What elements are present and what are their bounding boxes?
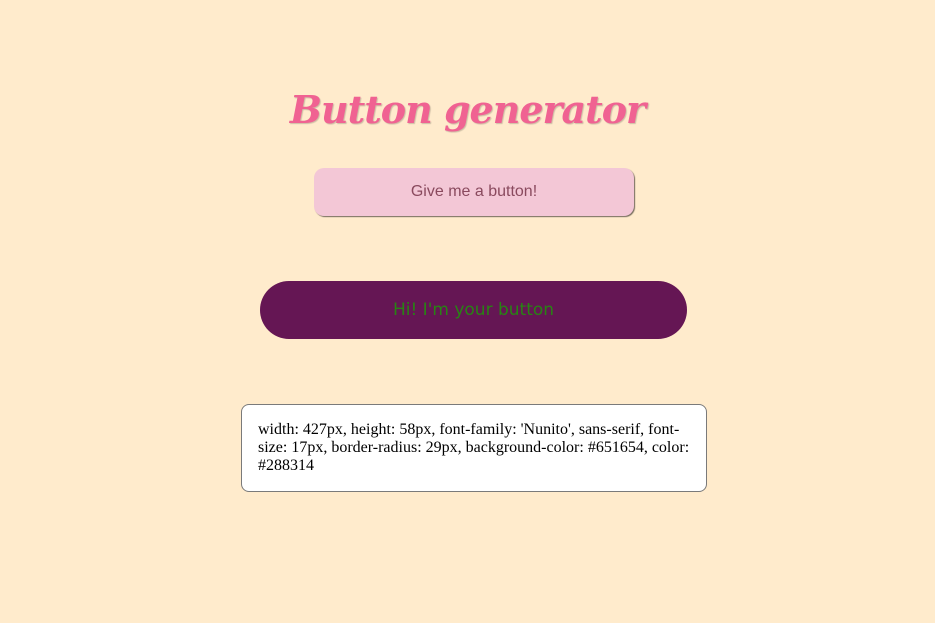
- give-me-a-button-button[interactable]: Give me a button!: [314, 168, 634, 216]
- page-title: Button generator: [289, 87, 646, 132]
- css-output-box: width: 427px, height: 58px, font-family:…: [241, 404, 707, 492]
- generated-preview-button[interactable]: Hi! I'm your button: [260, 281, 687, 339]
- page: { "header": { "title": "Button generator…: [0, 0, 935, 623]
